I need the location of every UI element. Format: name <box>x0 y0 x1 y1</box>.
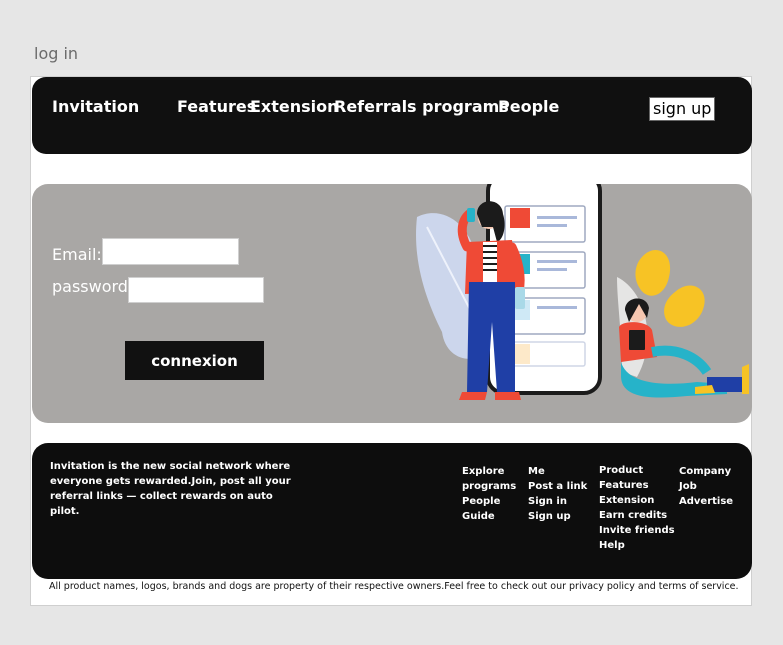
footer-link-people[interactable]: People <box>462 494 516 509</box>
footer-link-explore[interactable]: Explore <box>462 464 516 479</box>
password-field[interactable] <box>128 277 264 303</box>
footer-link-features[interactable]: Features <box>599 478 675 493</box>
brand-logo[interactable]: Invitation <box>52 97 139 116</box>
footer-link-guide[interactable]: Guide <box>462 509 516 524</box>
footer: Invitation is the new social network whe… <box>32 443 752 579</box>
footer-link-help[interactable]: Help <box>599 538 675 553</box>
footer-link-sign-up[interactable]: Sign up <box>528 509 587 524</box>
footer-column-product: Product Features Extension Earn credits … <box>599 463 675 553</box>
footer-link-post-a-link[interactable]: Post a link <box>528 479 587 494</box>
footer-link-company[interactable]: Company <box>679 464 733 479</box>
footer-link-invite-friends[interactable]: Invite friends <box>599 523 675 538</box>
email-label: Email: <box>52 245 102 264</box>
nav-link-people[interactable]: People <box>498 97 559 116</box>
connexion-button[interactable]: connexion <box>125 341 264 380</box>
footer-column-company: Company Job Advertise <box>679 464 733 509</box>
footer-link-earn-credits[interactable]: Earn credits <box>599 508 675 523</box>
nav-link-referrals-programs[interactable]: Referrals programs <box>334 97 509 116</box>
footer-link-product[interactable]: Product <box>599 463 675 478</box>
email-field[interactable] <box>102 238 239 265</box>
signup-button[interactable]: sign up <box>649 97 716 121</box>
legal-notice: All product names, logos, brands and dog… <box>49 581 739 592</box>
footer-link-job[interactable]: Job <box>679 479 733 494</box>
footer-link-sign-in[interactable]: Sign in <box>528 494 587 509</box>
footer-column-explore: Explore programs People Guide <box>462 464 516 524</box>
page-title: log in <box>34 44 79 63</box>
people-with-phone-illustration <box>416 184 749 400</box>
password-label: password: <box>52 277 134 296</box>
login-hero: Email: password: connexion <box>32 184 752 423</box>
nav-link-features[interactable]: Features <box>177 97 256 116</box>
nav-link-extension[interactable]: Extension <box>250 97 339 116</box>
footer-column-me: Me Post a link Sign in Sign up <box>528 464 587 524</box>
footer-link-programs[interactable]: programs <box>462 479 516 494</box>
footer-link-advertise[interactable]: Advertise <box>679 494 733 509</box>
footer-link-extension[interactable]: Extension <box>599 493 675 508</box>
footer-tagline: Invitation is the new social network whe… <box>50 461 291 517</box>
navbar: Invitation Features Extension Referrals … <box>32 77 752 154</box>
footer-link-me[interactable]: Me <box>528 464 587 479</box>
